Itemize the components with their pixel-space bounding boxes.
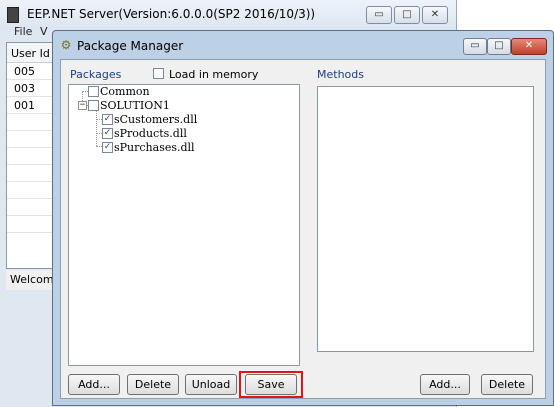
maximize-icon[interactable]: □ xyxy=(394,6,420,24)
package-manager-dialog: ⚙ Package Manager ▭ □ ✕ Packages Load in… xyxy=(52,30,554,406)
delete-package-button[interactable]: Delete xyxy=(127,374,179,395)
scustomers-checkbox[interactable]: ✓ xyxy=(102,114,113,125)
tree-node-label: sProducts.dll xyxy=(114,127,187,140)
load-in-memory-checkbox[interactable] xyxy=(153,68,164,79)
grid-cell-empty[interactable] xyxy=(7,199,55,216)
menu-view[interactable]: V xyxy=(40,25,48,38)
save-button[interactable]: Save xyxy=(245,374,297,395)
tree-node-spurchases[interactable]: ✓ sPurchases.dll xyxy=(69,141,269,154)
add-method-button[interactable]: Add... xyxy=(420,374,470,395)
minimize-icon[interactable]: ▭ xyxy=(366,6,392,24)
dialog-titlebar[interactable]: ⚙ Package Manager ▭ □ ✕ xyxy=(53,31,553,59)
dialog-title: Package Manager xyxy=(77,39,184,53)
grid-cell-empty[interactable] xyxy=(7,216,55,233)
dialog-close-icon[interactable]: ✕ xyxy=(511,38,547,55)
grid-cell-empty[interactable] xyxy=(7,148,55,165)
methods-list[interactable] xyxy=(317,86,534,352)
tree-node-solution1[interactable]: − SOLUTION1 xyxy=(69,99,269,112)
tree-node-sproducts[interactable]: ✓ sProducts.dll xyxy=(69,127,269,140)
grid-cell[interactable]: 005 xyxy=(7,63,55,80)
methods-label: Methods xyxy=(317,68,364,81)
tree-node-common[interactable]: Common xyxy=(69,85,269,98)
grid-header-user-id[interactable]: User Id xyxy=(7,43,55,63)
dialog-client-area: Packages Load in memory Methods Common − xyxy=(60,59,546,399)
tree-node-label: sPurchases.dll xyxy=(114,141,195,154)
menu-file[interactable]: File xyxy=(14,25,32,38)
tree-node-label: SOLUTION1 xyxy=(100,99,170,112)
package-icon: ⚙ xyxy=(60,38,72,52)
collapse-icon[interactable]: − xyxy=(78,101,87,110)
status-text: Welcome xyxy=(6,270,54,290)
dialog-maximize-icon[interactable]: □ xyxy=(487,38,511,55)
main-window-title: EEP.NET Server(Version:6.0.0.0(SP2 2016/… xyxy=(27,7,316,21)
tree-node-label: Common xyxy=(100,85,150,98)
grid-cell-empty[interactable] xyxy=(7,165,55,182)
grid-cell[interactable]: 003 xyxy=(7,80,55,97)
add-package-button[interactable]: Add... xyxy=(68,374,120,395)
tree-node-label: sCustomers.dll xyxy=(114,113,198,126)
packages-label: Packages xyxy=(70,68,122,81)
common-checkbox[interactable] xyxy=(88,86,99,97)
grid-cell-empty[interactable] xyxy=(7,131,55,148)
user-grid[interactable]: User Id 005 003 001 xyxy=(6,42,56,269)
packages-tree[interactable]: Common − SOLUTION1 ✓ sCustomers.dll ✓ sP… xyxy=(68,84,300,366)
grid-cell-empty[interactable] xyxy=(7,182,55,199)
grid-cell[interactable]: 001 xyxy=(7,97,55,114)
close-icon[interactable]: ✕ xyxy=(422,6,448,24)
sproducts-checkbox[interactable]: ✓ xyxy=(102,128,113,139)
solution1-checkbox[interactable] xyxy=(88,100,99,111)
unload-button[interactable]: Unload xyxy=(185,374,237,395)
tree-node-scustomers[interactable]: ✓ sCustomers.dll xyxy=(69,113,269,126)
grid-cell-empty[interactable] xyxy=(7,114,55,131)
app-icon xyxy=(7,7,19,23)
load-in-memory-label: Load in memory xyxy=(169,68,259,81)
delete-method-button[interactable]: Delete xyxy=(481,374,533,395)
spurchases-checkbox[interactable]: ✓ xyxy=(102,142,113,153)
dialog-minimize-icon[interactable]: ▭ xyxy=(463,38,487,55)
